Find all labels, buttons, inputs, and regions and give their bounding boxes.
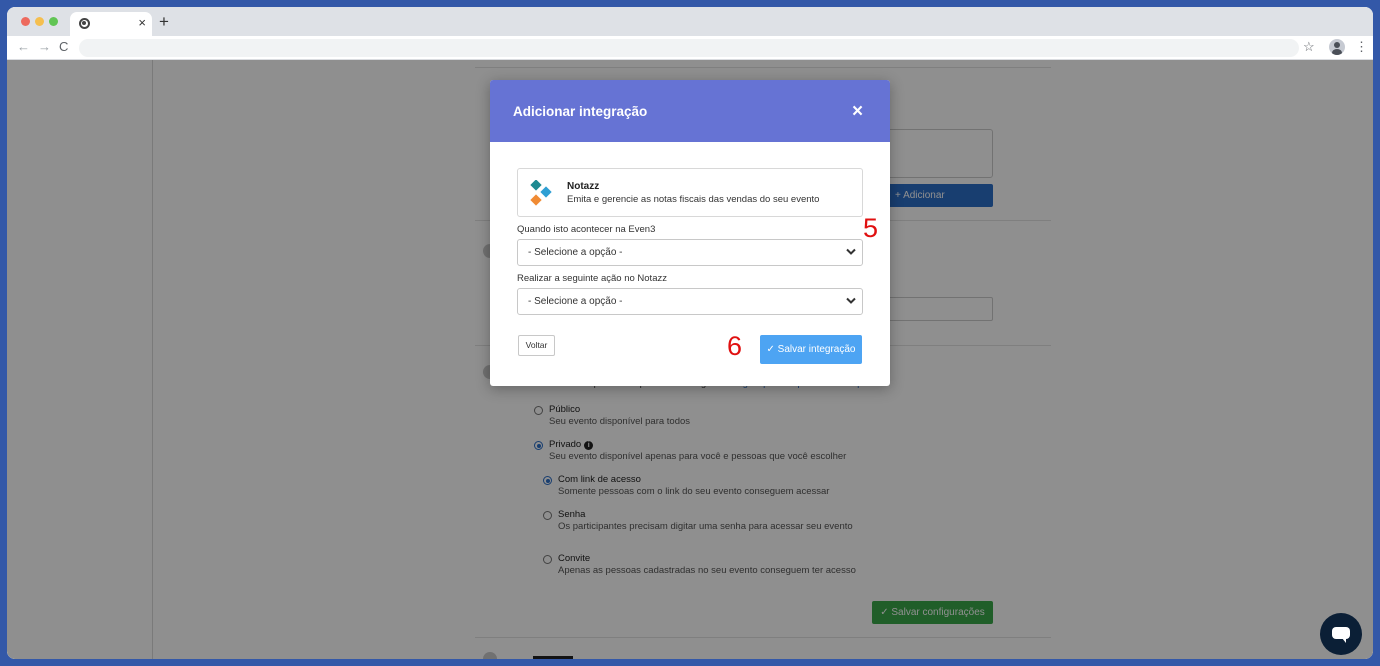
notazz-logo-icon: [530, 180, 552, 206]
maximize-window-button[interactable]: [49, 17, 58, 26]
chat-support-button[interactable]: [1320, 613, 1362, 655]
bookmark-star-icon[interactable]: ☆: [1303, 39, 1315, 55]
browser-tab[interactable]: ×: [70, 12, 152, 36]
browser-window: × + ← → C ☆ ⋮ + Adicionar integração Seu…: [7, 7, 1373, 659]
integration-card: Notazz Emita e gerencie as notas fiscais…: [517, 168, 863, 217]
step-5-annotation: 5: [863, 213, 879, 243]
minimize-window-button[interactable]: [35, 17, 44, 26]
page-viewport: + Adicionar integração Seu evento é públ…: [7, 60, 1373, 659]
forward-arrow-icon[interactable]: →: [38, 39, 51, 55]
reload-icon[interactable]: C: [59, 39, 68, 55]
new-tab-button[interactable]: +: [159, 13, 169, 31]
trigger-select[interactable]: - Selecione a opção -: [517, 239, 863, 266]
integration-name: Notazz: [567, 181, 600, 192]
chat-bubble-icon: [1332, 627, 1350, 643]
chevron-down-icon: [846, 297, 856, 304]
back-arrow-icon[interactable]: ←: [17, 39, 30, 55]
integration-description: Emita e gerencie as notas fiscais das ve…: [567, 194, 820, 205]
action-label: Realizar a seguinte ação no Notazz: [517, 273, 667, 284]
profile-avatar-icon[interactable]: [1329, 39, 1345, 55]
save-integration-button[interactable]: ✓ Salvar integração: [760, 335, 862, 364]
chevron-down-icon: [846, 248, 856, 255]
add-integration-modal: Adicionar integração × Notazz Emita e ge…: [490, 80, 890, 386]
back-button[interactable]: Voltar: [518, 335, 555, 356]
trigger-label: Quando isto acontecer na Even3: [517, 224, 656, 235]
action-select[interactable]: - Selecione a opção -: [517, 288, 863, 315]
address-bar[interactable]: [79, 39, 1299, 57]
chrome-icon: [79, 18, 90, 29]
tab-close-icon[interactable]: ×: [138, 15, 146, 31]
modal-title: Adicionar integração: [513, 104, 648, 119]
close-window-button[interactable]: [21, 17, 30, 26]
modal-header: Adicionar integração ×: [490, 80, 890, 142]
tab-bar: × +: [7, 7, 1373, 36]
browser-toolbar: ← → C ☆ ⋮: [7, 36, 1373, 60]
close-icon[interactable]: ×: [852, 101, 863, 123]
browser-menu-icon[interactable]: ⋮: [1355, 39, 1368, 55]
step-6-annotation: 6: [727, 331, 743, 361]
